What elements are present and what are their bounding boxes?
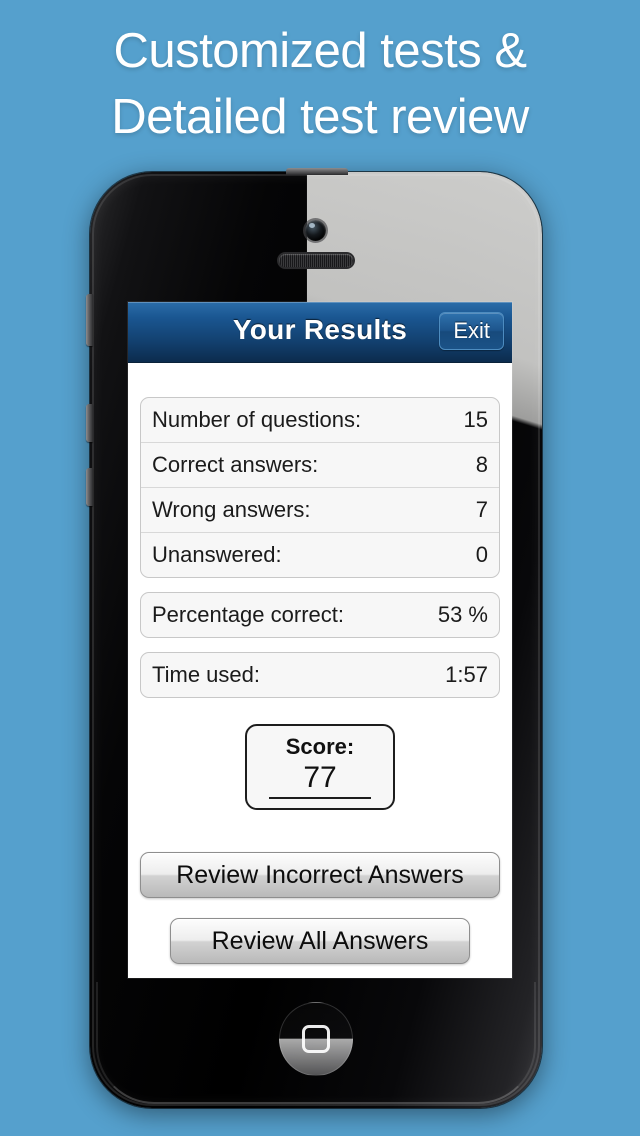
- stat-label: Unanswered:: [152, 542, 282, 567]
- stat-label: Percentage correct:: [152, 602, 344, 627]
- stat-value: 1:57: [445, 662, 488, 687]
- earpiece-speaker-icon: [279, 254, 353, 267]
- mute-switch-button[interactable]: [86, 294, 93, 346]
- review-all-answers-button[interactable]: Review All Answers: [170, 918, 470, 964]
- stat-value: 53 %: [437, 602, 488, 627]
- home-square-icon: [302, 1025, 330, 1053]
- promo-headline: Customized tests & Detailed test review: [0, 18, 640, 150]
- phone-screen: Your Results Exit Number of questions: 1…: [128, 302, 512, 978]
- table-row: Unanswered: 0: [141, 532, 499, 577]
- table-row: Wrong answers: 7: [141, 487, 499, 532]
- stats-panel-main: Number of questions: 15 Correct answers:…: [140, 397, 500, 578]
- score-card: Score: 77: [245, 724, 395, 810]
- stat-value: 7: [475, 497, 488, 522]
- front-camera-icon: [305, 220, 326, 241]
- stat-label: Number of questions:: [152, 407, 362, 432]
- power-button[interactable]: [286, 168, 348, 175]
- volume-up-button[interactable]: [86, 404, 93, 442]
- stat-label: Wrong answers:: [152, 497, 311, 522]
- score-label: Score:: [285, 734, 355, 759]
- promo-headline-line-1: Customized tests &: [113, 24, 527, 78]
- promo-headline-line-2: Detailed test review: [111, 90, 529, 144]
- table-row: Number of questions: 15: [141, 398, 499, 442]
- stat-label: Time used:: [152, 662, 261, 687]
- action-buttons: Review Incorrect Answers Review All Answ…: [140, 852, 500, 964]
- table-row: Correct answers: 8: [141, 442, 499, 487]
- exit-button[interactable]: Exit: [439, 312, 504, 350]
- navigation-bar: Your Results Exit: [128, 302, 512, 363]
- stats-panel-percentage: Percentage correct: 53 %: [140, 592, 500, 638]
- stat-value: 15: [463, 407, 488, 432]
- table-row: Time used: 1:57: [141, 653, 499, 697]
- stats-panel-time: Time used: 1:57: [140, 652, 500, 698]
- results-content: Number of questions: 15 Correct answers:…: [128, 397, 512, 964]
- stat-value: 0: [475, 542, 488, 567]
- volume-down-button[interactable]: [86, 468, 93, 506]
- score-value: 77: [269, 761, 371, 799]
- stat-value: 8: [475, 452, 488, 477]
- table-row: Percentage correct: 53 %: [141, 593, 499, 637]
- stat-label: Correct answers:: [152, 452, 319, 477]
- review-incorrect-answers-button[interactable]: Review Incorrect Answers: [140, 852, 500, 898]
- score-card-wrapper: Score: 77: [140, 724, 500, 810]
- phone-device: Your Results Exit Number of questions: 1…: [86, 168, 542, 1108]
- phone-body: Your Results Exit Number of questions: 1…: [90, 172, 542, 1108]
- home-button[interactable]: [279, 1002, 353, 1076]
